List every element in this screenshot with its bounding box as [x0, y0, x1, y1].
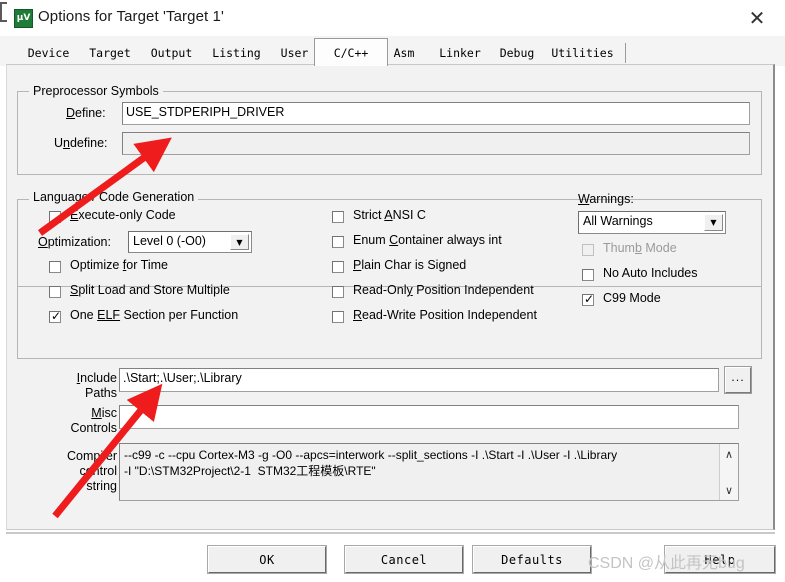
checkbox-execute-only-code[interactable]: [49, 211, 61, 223]
tab-label: Listing: [212, 46, 261, 60]
label-read-only-position-independent: Read-Only Position Independent: [353, 283, 534, 297]
label-read-write-position-independent: Read-Write Position Independent: [353, 308, 537, 322]
group-title-language: Language / Code Generation: [29, 190, 199, 204]
tab-label: Device: [27, 46, 70, 60]
scroll-down-icon[interactable]: ∨: [720, 481, 738, 499]
label-c99-mode: C99 Mode: [603, 291, 661, 305]
tab-label: Linker: [439, 46, 481, 60]
define-label: Define:: [66, 106, 106, 120]
warnings-value: All Warnings: [583, 214, 653, 228]
compiler-control-string-label-line3: string: [86, 479, 117, 493]
help-button[interactable]: Help: [664, 545, 776, 574]
tab-c-c[interactable]: C/C++: [314, 38, 388, 66]
warnings-select[interactable]: All Warnings ▼: [578, 211, 726, 234]
tab-label: Target: [89, 46, 131, 60]
checkbox-c99-mode[interactable]: ✓: [582, 292, 595, 306]
group-language-code-generation-body: Language / Code Generation Execute-only …: [17, 190, 762, 359]
group-title-preprocessor: Preprocessor Symbols: [29, 84, 163, 98]
optimization-select[interactable]: Level 0 (-O0) ▼: [128, 231, 252, 253]
checkbox-strict-ansi-c[interactable]: [332, 211, 344, 223]
label-enum-container-always-int: Enum Container always int: [353, 233, 502, 247]
label-optimize-for-time: Optimize for Time: [70, 258, 168, 272]
misc-controls-label-line1: Misc: [91, 406, 117, 420]
checkbox-one-elf-section-per-function[interactable]: ✓: [49, 309, 62, 323]
warnings-label: Warnings:: [578, 192, 634, 206]
compiler-control-string-label-line1: Compiler: [66, 449, 117, 463]
group-preprocessor-symbols: Preprocessor Symbols Define: USE_STDPERI…: [17, 84, 762, 175]
label-plain-char-is-signed: Plain Char is Signed: [353, 258, 467, 272]
include-paths-label-line2: Paths: [85, 386, 117, 400]
label-split-load-store-multiple: Split Load and Store Multiple: [70, 283, 230, 297]
uvision-icon: µV: [14, 9, 33, 28]
close-icon[interactable]: ✕: [737, 4, 777, 32]
checkbox-read-write-position-independent[interactable]: [332, 311, 344, 323]
tab-label: User: [280, 46, 309, 60]
checkbox-thumb-mode: [582, 244, 594, 256]
chevron-down-icon[interactable]: ▼: [230, 234, 249, 250]
label-execute-only-code: Execute-only Code: [70, 208, 176, 222]
label-strict-ansi-c: Strict ANSI C: [353, 208, 426, 222]
label-thumb-mode: Thumb Mode: [603, 241, 677, 255]
misc-controls-input[interactable]: [119, 405, 739, 429]
window-title: Options for Target 'Target 1': [38, 8, 224, 25]
checkmark-icon: ✓: [584, 292, 595, 306]
tab-utilities[interactable]: Utilities: [540, 43, 626, 63]
compiler-control-string-box[interactable]: --c99 -c --cpu Cortex-M3 -g -O0 --apcs=i…: [119, 443, 739, 501]
cancel-button[interactable]: Cancel: [344, 545, 464, 574]
label-no-auto-includes: No Auto Includes: [603, 266, 698, 280]
misc-controls-label-line2: Controls: [70, 421, 117, 435]
optimization-label: Optimization:: [38, 235, 111, 249]
tab-label: Output: [150, 46, 193, 60]
include-paths-label-line1: Include: [76, 371, 117, 385]
compiler-control-string-label-line2: control: [79, 464, 117, 478]
window-edge-decoration: [0, 2, 7, 22]
chevron-down-icon[interactable]: ▼: [704, 214, 723, 231]
tab-label: Utilities: [551, 46, 614, 60]
ok-button[interactable]: OK: [207, 545, 327, 574]
optimization-value: Level 0 (-O0): [133, 234, 206, 248]
tab-label: Asm: [393, 46, 415, 60]
scroll-up-icon[interactable]: ∧: [720, 445, 738, 463]
checkbox-split-load-store-multiple[interactable]: [49, 286, 61, 298]
tab-bar: Device Target Output Listing User C/C++ Asm Lin…: [0, 36, 785, 66]
title-bar: µV Options for Target 'Target 1' ✕: [0, 0, 785, 36]
define-input[interactable]: USE_STDPERIPH_DRIVER: [122, 102, 750, 125]
label-one-elf-section-per-function: One ELF Section per Function: [70, 308, 239, 322]
dialog-body: Preprocessor Symbols Define: USE_STDPERI…: [6, 64, 775, 530]
checkbox-plain-char-is-signed[interactable]: [332, 261, 344, 273]
checkbox-optimize-for-time[interactable]: [49, 261, 61, 273]
checkmark-icon: ✓: [51, 309, 62, 323]
defaults-button[interactable]: Defaults: [472, 545, 592, 574]
checkbox-enum-container-always-int[interactable]: [332, 236, 344, 248]
undefine-input[interactable]: [122, 132, 750, 155]
compiler-control-string-scrollbar[interactable]: ∧ ∨: [719, 444, 738, 500]
checkbox-read-only-position-independent[interactable]: [332, 286, 344, 298]
include-paths-input[interactable]: .\Start;.\User;.\Library: [119, 368, 719, 392]
tab-label: Debug: [499, 46, 535, 60]
undefine-label: Undefine:: [54, 136, 108, 150]
browse-include-paths-button[interactable]: ...: [724, 366, 752, 394]
checkbox-no-auto-includes[interactable]: [582, 269, 594, 281]
compiler-control-string-text: --c99 -c --cpu Cortex-M3 -g -O0 --apcs=i…: [124, 448, 618, 478]
tab-label: C/C++: [333, 45, 369, 60]
separator: [6, 532, 775, 534]
